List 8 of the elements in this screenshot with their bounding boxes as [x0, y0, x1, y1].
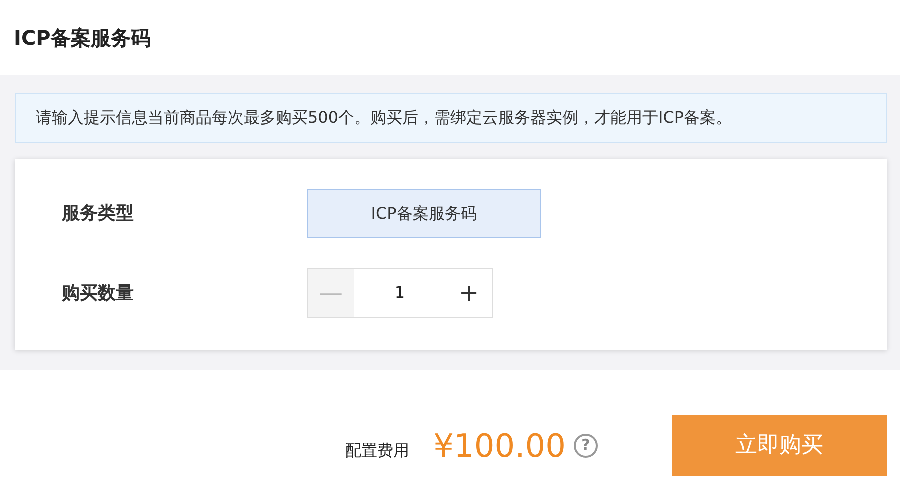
notice-banner: 请输入提示信息当前商品每次最多购买500个。购买后，需绑定云服务器实例，才能用于ICP备案。	[15, 93, 887, 143]
page-title: ICP备案服务码	[14, 24, 151, 52]
help-icon[interactable]: ?	[574, 434, 598, 458]
field-label: 购买数量	[62, 282, 135, 306]
price-label: 配置费用	[346, 440, 410, 462]
field-label: 服务类型	[62, 202, 135, 226]
option-button[interactable]: ICP备案服务码	[307, 189, 541, 238]
price-value: ¥100.00	[434, 426, 566, 466]
